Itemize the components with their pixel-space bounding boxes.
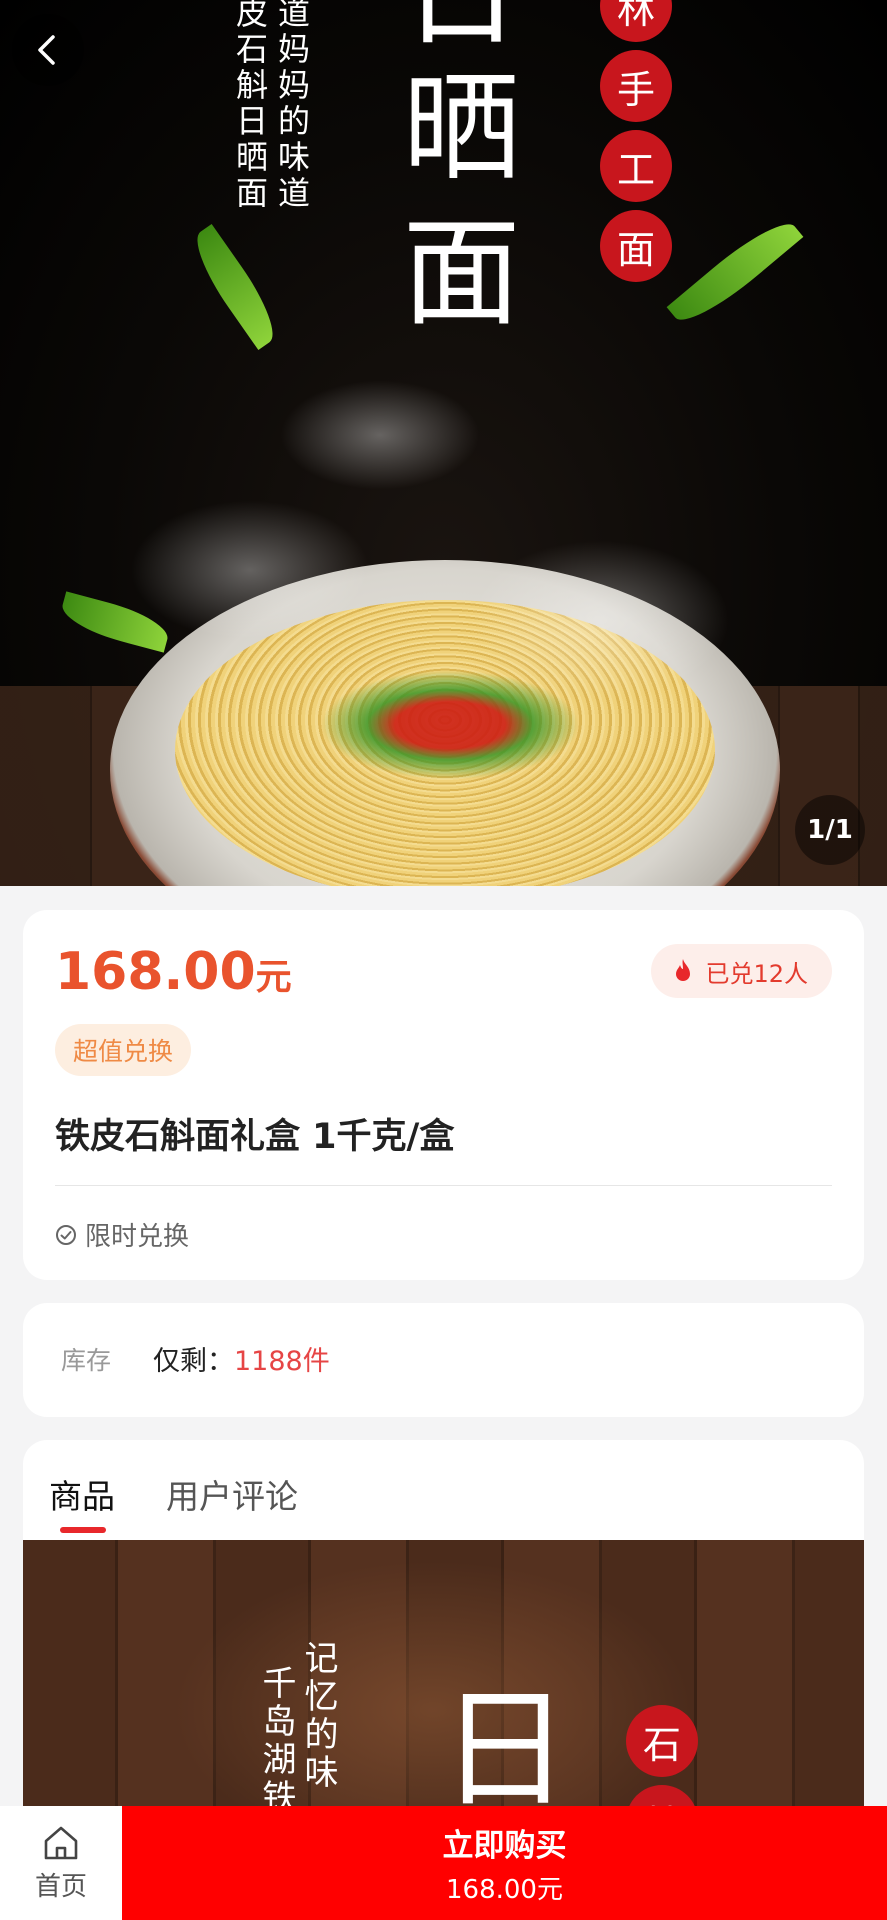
tab-bar: 商品 用户评论 [23,1440,864,1540]
stock-prefix: 仅剩： [153,1346,234,1377]
steam [130,500,370,640]
limited-time-label: 限时兑换 [55,1216,189,1253]
price-unit: 元 [255,957,292,998]
product-image-carousel[interactable]: 日 晒 面 道妈妈的味道 皮石斛日晒面 林 手 工 面 [0,0,887,886]
stock-label: 库存 [61,1346,112,1375]
hero-title-char: 晒 [382,65,520,183]
product-title: 铁皮石斛面礼盒 1千克/盒 [55,1117,455,1157]
product-info-card: 168.00元 已兑12人 超值兑换 铁皮石斛面礼盒 1千克/盒 限时兑换 [23,910,864,1280]
hero-side-text: 皮石斛日晒面 [231,0,269,212]
buy-now-label: 立即购买 [442,1828,567,1864]
leaf-decoration [183,224,287,350]
detail-seal: 石 [626,1705,698,1777]
price: 168.00元 [55,942,292,1002]
hero-title-char: 面 [382,210,520,328]
steam [470,540,730,700]
home-button[interactable]: 首页 [0,1806,122,1920]
stock-count: 1188件 [234,1346,330,1377]
buy-now-button[interactable]: 立即购买 168.00元 [122,1806,887,1920]
tab-product[interactable]: 商品 [49,1470,115,1518]
product-detail-page: 日 晒 面 道妈妈的味道 皮石斛日晒面 林 手 工 面 1/1 168.00元 … [0,0,887,1920]
image-counter: 1/1 [795,795,865,865]
exchanged-count: 已兑12人 [705,959,808,988]
home-label: 首页 [34,1871,87,1902]
seal-char: 林 [600,0,672,42]
price-amount: 168.00 [55,942,256,1002]
leaf-decoration [666,210,804,334]
exchanged-badge: 已兑12人 [651,944,832,998]
stock-value: 仅剩：1188件 [153,1339,330,1378]
seal-char: 工 [600,130,672,202]
divider [55,1185,832,1186]
check-circle-icon [56,1224,76,1245]
detail-side-text: 千岛湖铁 [256,1665,296,1817]
seal-column: 林 手 工 面 [600,0,672,282]
hero-side-text: 道妈妈的味道 [273,0,311,212]
seal-char: 手 [600,50,672,122]
tab-reviews[interactable]: 用户评论 [166,1470,298,1518]
seal-char: 面 [600,210,672,282]
promo-tag: 超值兑换 [55,1024,192,1076]
bottom-action-bar: 首页 立即购买 168.00元 [0,1806,887,1920]
stock-card: 库存 仅剩：1188件 [23,1303,864,1417]
chevron-left-icon [38,35,55,65]
limited-text: 限时兑换 [85,1222,190,1252]
fire-icon [676,959,691,981]
steam [280,380,480,490]
home-icon [44,1826,78,1859]
detail-side-text: 记忆的味 [298,1640,338,1792]
detail-big-char: 日 [418,1680,570,1810]
buy-now-price: 168.00元 [446,1875,563,1905]
back-button[interactable] [12,14,84,86]
hero-title-char: 日 [380,0,522,48]
tab-indicator [60,1527,106,1533]
